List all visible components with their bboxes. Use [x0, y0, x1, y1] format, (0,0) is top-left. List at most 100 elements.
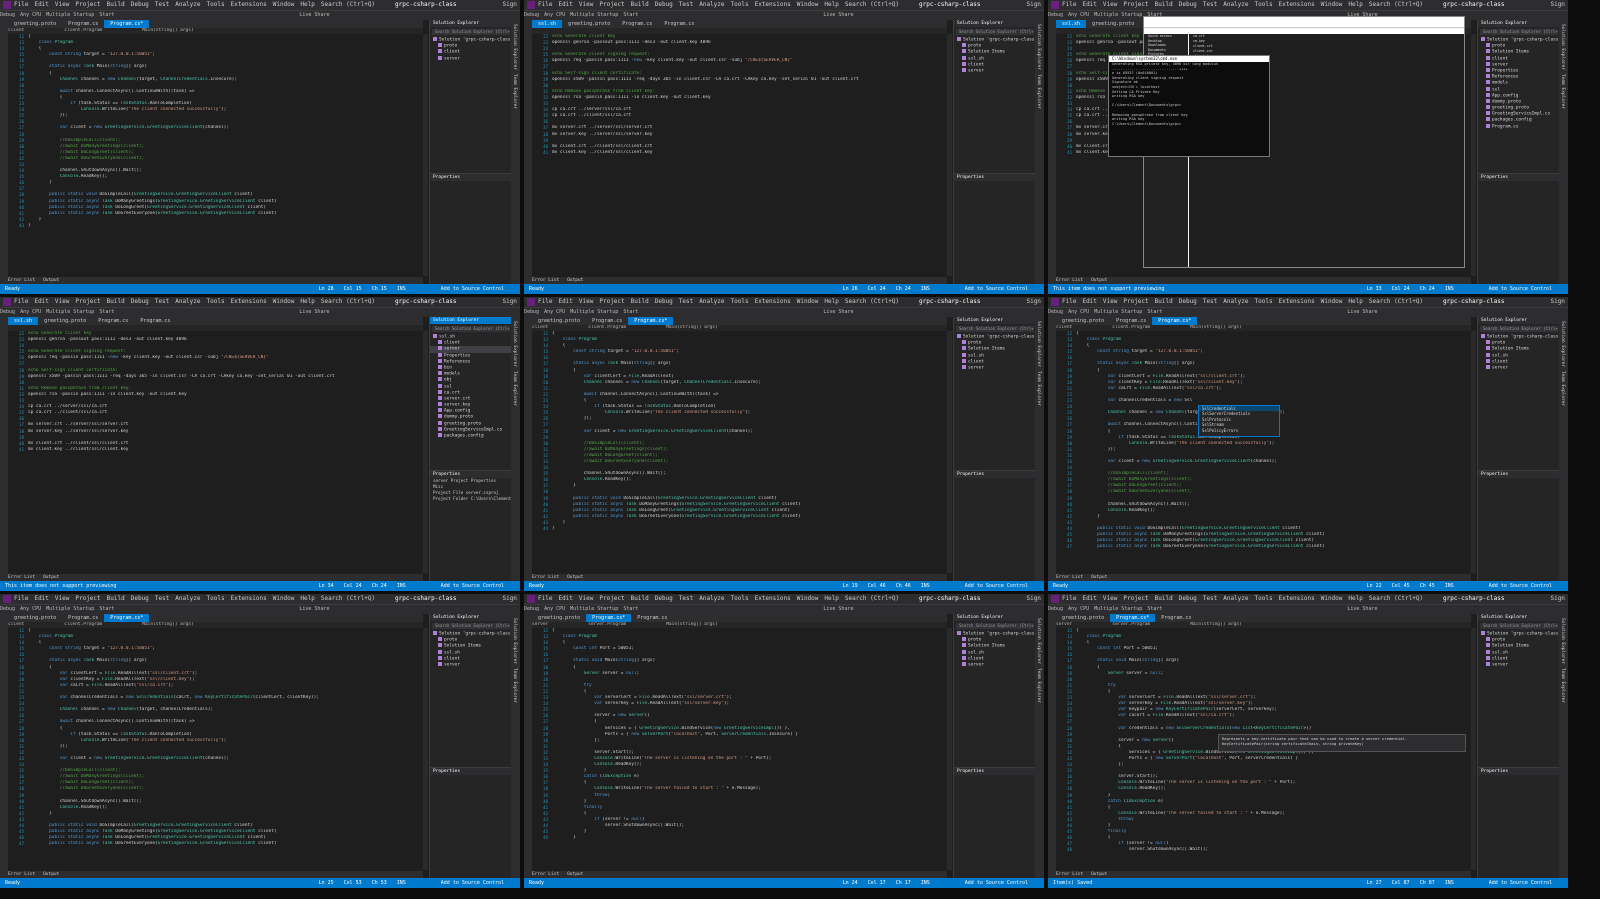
menu-item-help[interactable]: Help: [1348, 298, 1362, 305]
document-tab[interactable]: Program.cs: [631, 614, 673, 622]
document-tab[interactable]: Program.cs*: [104, 20, 150, 28]
menu-item-debug[interactable]: Debug: [1179, 595, 1197, 602]
document-tab[interactable]: greeting.proto: [1056, 614, 1110, 622]
live-share-button[interactable]: Live Share: [1347, 309, 1377, 315]
bottom-tab[interactable]: Error List: [8, 278, 35, 283]
document-tab[interactable]: Program.cs: [1155, 614, 1197, 622]
code-editor[interactable]: 22 23 24 25 26 27 28 29 30 31 32 33 34 35 36 37 38 39 40 41…: [532, 34, 947, 276]
menu-item-build[interactable]: Build: [107, 595, 125, 602]
document-tab[interactable]: greeting.proto: [532, 317, 586, 325]
live-share-button[interactable]: Live Share: [823, 12, 853, 18]
bottom-tab[interactable]: Error List: [532, 575, 559, 580]
menu-item-tools[interactable]: Tools: [731, 1, 749, 8]
menu-item-debug[interactable]: Debug: [655, 595, 673, 602]
menu-item-edit[interactable]: Edit: [558, 298, 572, 305]
bottom-tab[interactable]: Error List: [8, 575, 35, 580]
bottom-tab[interactable]: Output: [567, 278, 583, 283]
add-source-control-button[interactable]: Add to Source Control: [1489, 583, 1552, 589]
menu-item-build[interactable]: Build: [631, 1, 649, 8]
menu-item-file[interactable]: File: [538, 595, 552, 602]
bottom-tab[interactable]: Error List: [1056, 278, 1083, 283]
menu-item-debug[interactable]: Debug: [131, 595, 149, 602]
bottom-tab[interactable]: Error List: [8, 872, 35, 877]
solution-explorer-search[interactable]: Search Solution Explorer (Ctrl+;): [956, 29, 1034, 35]
document-tab[interactable]: Program.cs: [62, 20, 104, 28]
add-source-control-button[interactable]: Add to Source Control: [441, 583, 504, 589]
code-line[interactable]: mv client.key ../client/ssl/client.key: [28, 447, 423, 453]
menu-item-help[interactable]: Help: [1348, 595, 1362, 602]
menu-item-analyze[interactable]: Analyze: [1223, 298, 1248, 305]
menu-item-test[interactable]: Test: [1203, 1, 1217, 8]
solution-tree-item[interactable]: server: [1478, 661, 1560, 668]
code-editor[interactable]: 12 13 14 15 16 17 18 19 20 21 22 23 24 25 26 27 28 29 30 31…: [8, 628, 423, 870]
menu-item-project[interactable]: Project: [75, 595, 100, 602]
terminal-window[interactable]: C:\Windows\system32\cmd.exe Generating RS…: [1108, 55, 1270, 157]
menu-item-view[interactable]: View: [1103, 298, 1117, 305]
toolbar-item-0[interactable]: Debug: [524, 606, 539, 612]
toolbar-item-2[interactable]: Multiple Startup: [570, 309, 618, 315]
menu-item-project[interactable]: Project: [1123, 298, 1148, 305]
menu-item-edit[interactable]: Edit: [558, 1, 572, 8]
toolbar-item-3[interactable]: Start: [99, 309, 114, 315]
menu-item-view[interactable]: View: [55, 298, 69, 305]
menu-item-file[interactable]: File: [14, 298, 28, 305]
solution-explorer-search[interactable]: Search Solution Explorer (Ctrl+;): [956, 623, 1034, 629]
menu-item-test[interactable]: Test: [155, 595, 169, 602]
menu-item-extensions[interactable]: Extensions: [231, 298, 267, 305]
solution-explorer-search[interactable]: Search Solution Explorer (Ctrl+;): [1480, 29, 1558, 35]
menu-item-build[interactable]: Build: [107, 298, 125, 305]
document-tab[interactable]: greeting.proto: [1086, 20, 1140, 28]
toolbar-item-0[interactable]: Debug: [1048, 606, 1063, 612]
menu-item-extensions[interactable]: Extensions: [1279, 595, 1315, 602]
document-tab[interactable]: greeting.proto: [8, 614, 62, 622]
document-tab[interactable]: Program.cs: [586, 317, 628, 325]
menu-item-tools[interactable]: Tools: [1255, 1, 1273, 8]
editor-scrollbar[interactable]: [1471, 628, 1476, 870]
document-tab[interactable]: Program.cs: [1110, 317, 1152, 325]
menu-item-build[interactable]: Build: [1155, 298, 1173, 305]
vertical-tab[interactable]: Solution Explorer: [512, 24, 517, 70]
menu-item-debug[interactable]: Debug: [131, 298, 149, 305]
add-source-control-button[interactable]: Add to Source Control: [441, 880, 504, 886]
live-share-button[interactable]: Live Share: [823, 606, 853, 612]
solution-explorer-search[interactable]: Search Solution Explorer (Ctrl+;): [432, 326, 510, 332]
vertical-tab[interactable]: Team Explorer: [512, 668, 517, 703]
code-text[interactable]: { class Program { const string target = …: [28, 628, 423, 870]
solution-explorer-search[interactable]: Search Solution Explorer (Ctrl+;): [956, 326, 1034, 332]
menu-item-extensions[interactable]: Extensions: [755, 595, 791, 602]
menu-item-file[interactable]: File: [14, 1, 28, 8]
menu-item-edit[interactable]: Edit: [34, 595, 48, 602]
menu-item-test[interactable]: Test: [679, 595, 693, 602]
nav-dropdown[interactable]: client.Program: [1112, 325, 1150, 330]
menu-item-analyze[interactable]: Analyze: [699, 1, 724, 8]
menu-item-extensions[interactable]: Extensions: [755, 1, 791, 8]
code-editor[interactable]: 12 13 14 15 16 17 18 19 20 21 22 23 24 25 26 27 28 29 30 31…: [532, 628, 947, 870]
vertical-tab[interactable]: Solution Explorer: [1560, 618, 1565, 664]
sign-in-link[interactable]: Sign in: [1550, 298, 1568, 305]
menu-item-extensions[interactable]: Extensions: [231, 1, 267, 8]
search-box[interactable]: Search (Ctrl+Q): [1369, 1, 1423, 8]
menu-item-window[interactable]: Window: [1321, 1, 1343, 8]
nav-dropdown[interactable]: server.Program: [1112, 622, 1150, 627]
solution-explorer-search[interactable]: Search Solution Explorer (Ctrl+;): [1480, 326, 1558, 332]
menu-item-analyze[interactable]: Analyze: [175, 1, 200, 8]
menu-item-window[interactable]: Window: [1321, 298, 1343, 305]
toolbar-item-2[interactable]: Multiple Startup: [570, 12, 618, 18]
menu-item-debug[interactable]: Debug: [1179, 298, 1197, 305]
search-box[interactable]: Search (Ctrl+Q): [321, 595, 375, 602]
vertical-tab[interactable]: Team Explorer: [1036, 668, 1041, 703]
toolbar-item-1[interactable]: Any CPU: [20, 12, 41, 18]
bottom-tab[interactable]: Output: [1091, 278, 1107, 283]
menu-item-view[interactable]: View: [579, 595, 593, 602]
document-tab[interactable]: greeting.proto: [38, 317, 92, 325]
editor-scrollbar[interactable]: [947, 34, 952, 276]
menu-item-view[interactable]: View: [55, 595, 69, 602]
menu-item-test[interactable]: Test: [679, 1, 693, 8]
solution-explorer-search[interactable]: Search Solution Explorer (Ctrl+;): [1480, 623, 1558, 629]
nav-dropdown[interactable]: Main(string[] args): [666, 325, 717, 330]
code-line[interactable]: }: [552, 835, 947, 841]
editor-scrollbar[interactable]: [1471, 34, 1476, 276]
menu-item-window[interactable]: Window: [273, 595, 295, 602]
menu-item-help[interactable]: Help: [1348, 1, 1362, 8]
menu-item-window[interactable]: Window: [273, 298, 295, 305]
